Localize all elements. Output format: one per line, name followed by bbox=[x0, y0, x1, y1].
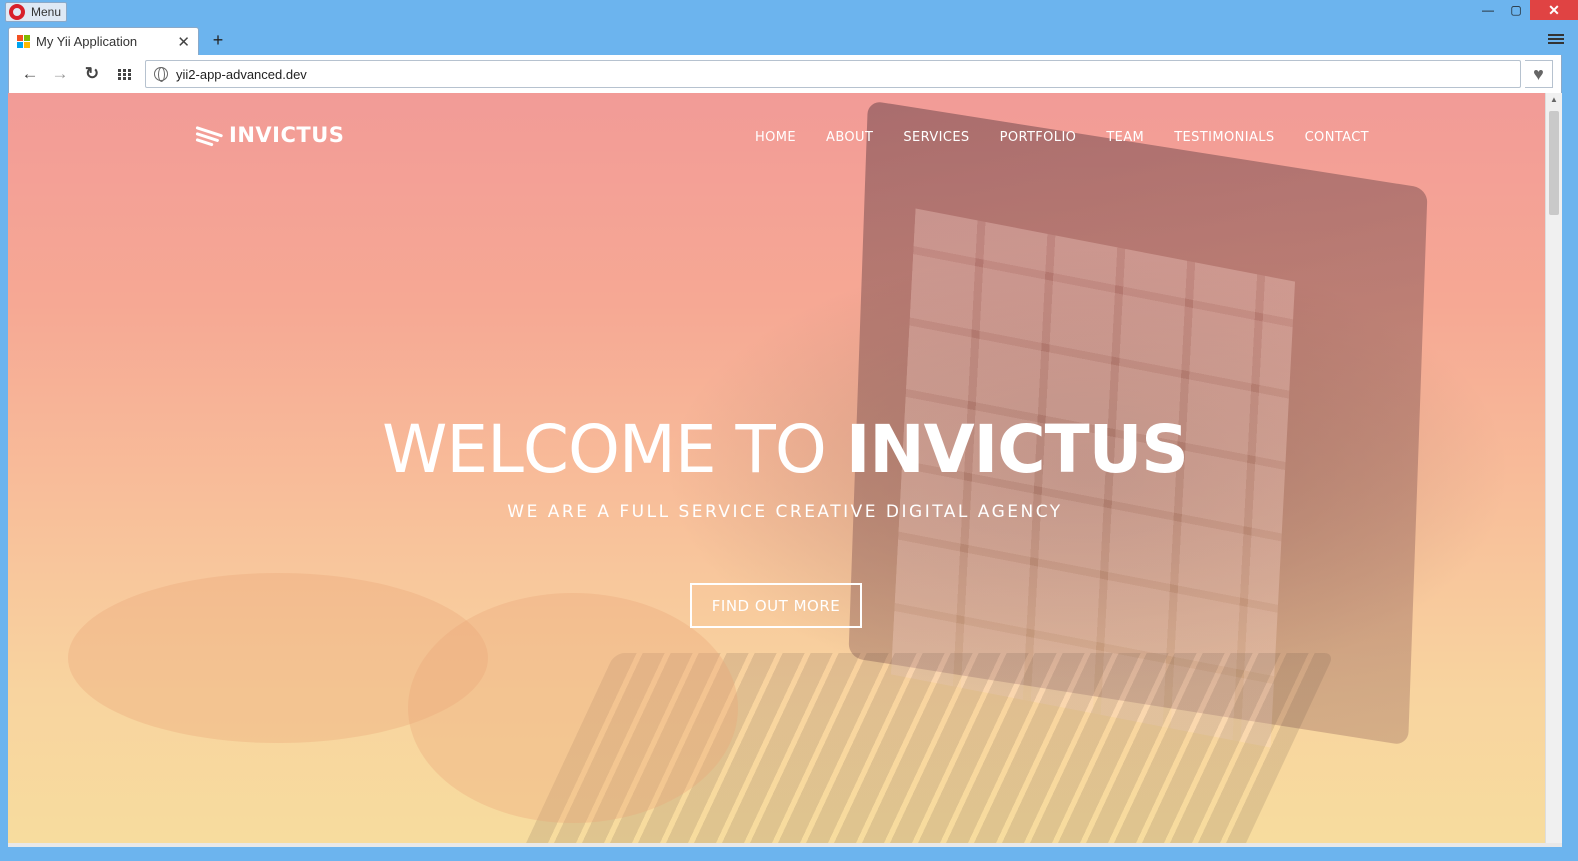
nav-testimonials[interactable]: TESTIMONIALS bbox=[1174, 130, 1274, 145]
scroll-up-arrow-icon[interactable]: ▲ bbox=[1546, 95, 1562, 107]
opera-menu-button[interactable]: Menu bbox=[5, 2, 67, 22]
yii-favicon-icon bbox=[17, 35, 30, 48]
site-logo[interactable]: INVICTUS bbox=[195, 123, 345, 147]
wing-logo-icon bbox=[195, 123, 226, 147]
tab-menu-icon[interactable] bbox=[1548, 32, 1564, 48]
find-out-more-button[interactable]: FIND OUT MORE bbox=[690, 583, 862, 628]
opera-logo-icon bbox=[9, 4, 25, 20]
tab-my-yii-application[interactable]: My Yii Application ✕ bbox=[8, 27, 199, 55]
globe-icon bbox=[154, 67, 168, 82]
minimize-button[interactable]: — bbox=[1474, 0, 1502, 20]
address-bar[interactable]: yii2-app-advanced.dev bbox=[145, 60, 1521, 88]
maximize-button[interactable]: ▢ bbox=[1502, 0, 1530, 20]
brand-name: INVICTUS bbox=[229, 123, 345, 147]
title-bar: Menu — ▢ ✕ bbox=[0, 0, 1578, 26]
new-tab-button[interactable]: + bbox=[208, 29, 228, 51]
hero-background-hand-right bbox=[408, 593, 738, 823]
nav-portfolio[interactable]: PORTFOLIO bbox=[1000, 130, 1077, 145]
hero-subtitle: WE ARE A FULL SERVICE CREATIVE DIGITAL A… bbox=[507, 502, 1063, 522]
menu-label: Menu bbox=[31, 5, 62, 19]
speed-dial-button[interactable] bbox=[113, 63, 135, 85]
scroll-thumb[interactable] bbox=[1549, 111, 1559, 215]
nav-contact[interactable]: CONTACT bbox=[1305, 130, 1369, 145]
nav-home[interactable]: HOME bbox=[755, 130, 796, 145]
vertical-scrollbar[interactable]: ▲ bbox=[1545, 93, 1562, 843]
window-controls: — ▢ ✕ bbox=[1474, 0, 1578, 20]
nav-about[interactable]: ABOUT bbox=[826, 130, 873, 145]
nav-services[interactable]: SERVICES bbox=[903, 130, 969, 145]
status-bar bbox=[8, 843, 1562, 847]
tab-title: My Yii Application bbox=[36, 34, 138, 49]
reload-button[interactable]: ↻ bbox=[81, 63, 103, 85]
site-navigation: HOME ABOUT SERVICES PORTFOLIO TEAM TESTI… bbox=[755, 130, 1369, 145]
nav-team[interactable]: TEAM bbox=[1106, 130, 1144, 145]
page-viewport: INVICTUS HOME ABOUT SERVICES PORTFOLIO T… bbox=[8, 93, 1562, 843]
url-text: yii2-app-advanced.dev bbox=[176, 66, 307, 82]
tab-strip: My Yii Application ✕ + bbox=[8, 27, 1570, 55]
browser-toolbar: ← → ↻ yii2-app-advanced.dev ♥ bbox=[8, 55, 1562, 93]
bookmark-heart-button[interactable]: ♥ bbox=[1525, 60, 1553, 88]
hero-title-light: WELCOME TO bbox=[382, 411, 846, 488]
back-button[interactable]: ← bbox=[19, 63, 41, 85]
browser-window: Menu — ▢ ✕ My Yii Application ✕ + ← → ↻ … bbox=[0, 0, 1578, 861]
tab-close-icon[interactable]: ✕ bbox=[177, 33, 190, 51]
close-window-button[interactable]: ✕ bbox=[1530, 0, 1578, 20]
forward-button[interactable]: → bbox=[49, 63, 71, 85]
grid-icon bbox=[117, 68, 131, 80]
hero-title: WELCOME TO INVICTUS bbox=[8, 411, 1562, 488]
hero-title-bold: INVICTUS bbox=[845, 411, 1189, 488]
